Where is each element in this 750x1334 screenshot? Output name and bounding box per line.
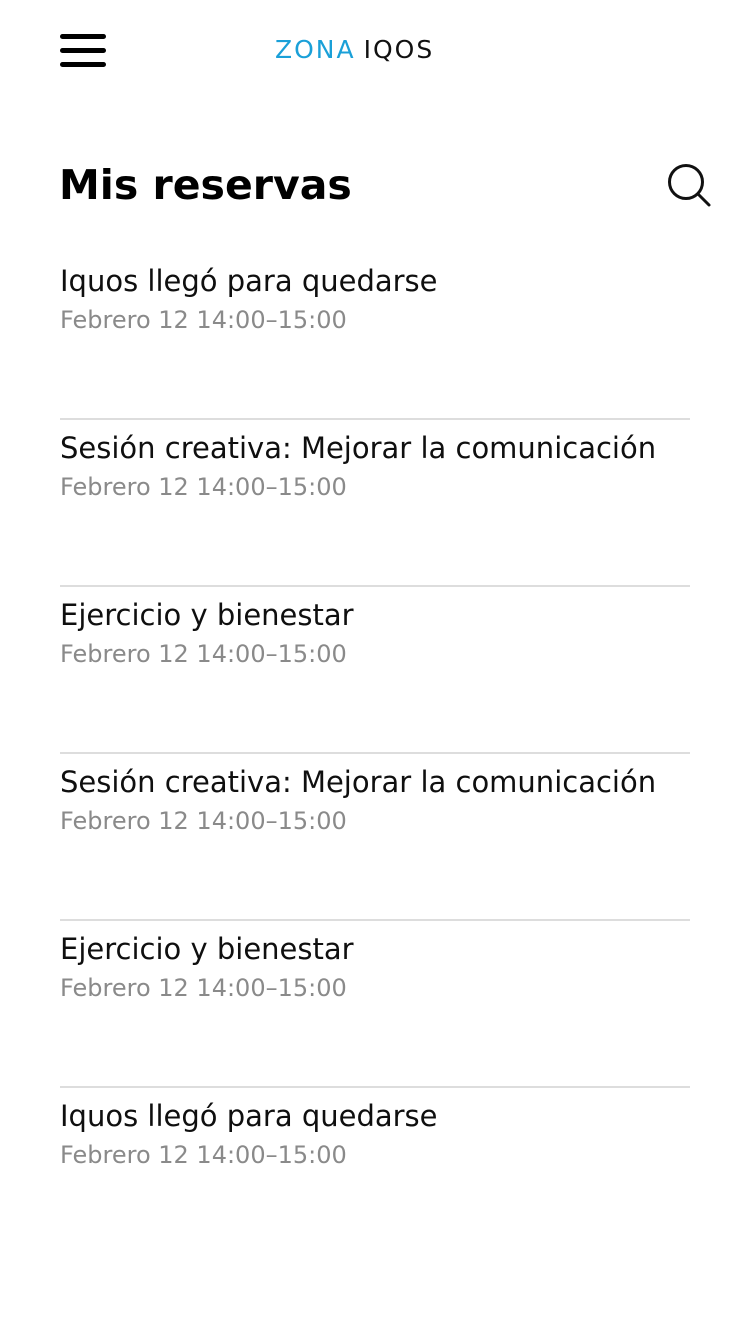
search-button[interactable] — [664, 160, 714, 210]
reservation-title: Iquos llegó para quedarse — [60, 1099, 438, 1133]
page-title: Mis reservas — [59, 161, 352, 209]
hamburger-menu-icon-line — [60, 48, 106, 53]
reservation-time: Febrero 12 14:00–15:00 — [60, 974, 347, 1002]
search-icon — [668, 164, 711, 207]
reservation-item[interactable]: Iquos llegó para quedarse Febrero 12 14:… — [60, 1088, 690, 1255]
reservation-item[interactable]: Sesión creativa: Mejorar la comunicación… — [60, 754, 690, 921]
reservation-title: Ejercicio y bienestar — [60, 932, 354, 966]
reservation-list: Iquos llegó para quedarse Febrero 12 14:… — [60, 253, 690, 1255]
reservation-title: Iquos llegó para quedarse — [60, 264, 438, 298]
reservation-item[interactable]: Sesión creativa: Mejorar la comunicación… — [60, 420, 690, 587]
reservation-time: Febrero 12 14:00–15:00 — [60, 473, 347, 501]
menu-button[interactable] — [60, 34, 106, 68]
reservation-title: Sesión creativa: Mejorar la comunicación — [60, 431, 657, 465]
reservation-time: Febrero 12 14:00–15:00 — [60, 807, 347, 835]
reservation-item[interactable]: Ejercicio y bienestar Febrero 12 14:00–1… — [60, 587, 690, 754]
reservation-title: Ejercicio y bienestar — [60, 598, 354, 632]
reservation-time: Febrero 12 14:00–15:00 — [60, 306, 347, 334]
reservation-item[interactable]: Ejercicio y bienestar Febrero 12 14:00–1… — [60, 921, 690, 1088]
reservation-item[interactable]: Iquos llegó para quedarse Febrero 12 14:… — [60, 253, 690, 420]
reservation-time: Febrero 12 14:00–15:00 — [60, 640, 347, 668]
reservation-title: Sesión creativa: Mejorar la comunicación — [60, 765, 657, 799]
reservation-time: Febrero 12 14:00–15:00 — [60, 1141, 347, 1169]
hamburger-menu-icon-line — [60, 62, 106, 67]
logo-iqos: IQOS — [363, 35, 435, 64]
logo-zona: ZONA — [275, 35, 356, 64]
zona-iqos-logo: ZONA IQOS — [275, 35, 434, 65]
hamburger-menu-icon — [60, 34, 106, 39]
